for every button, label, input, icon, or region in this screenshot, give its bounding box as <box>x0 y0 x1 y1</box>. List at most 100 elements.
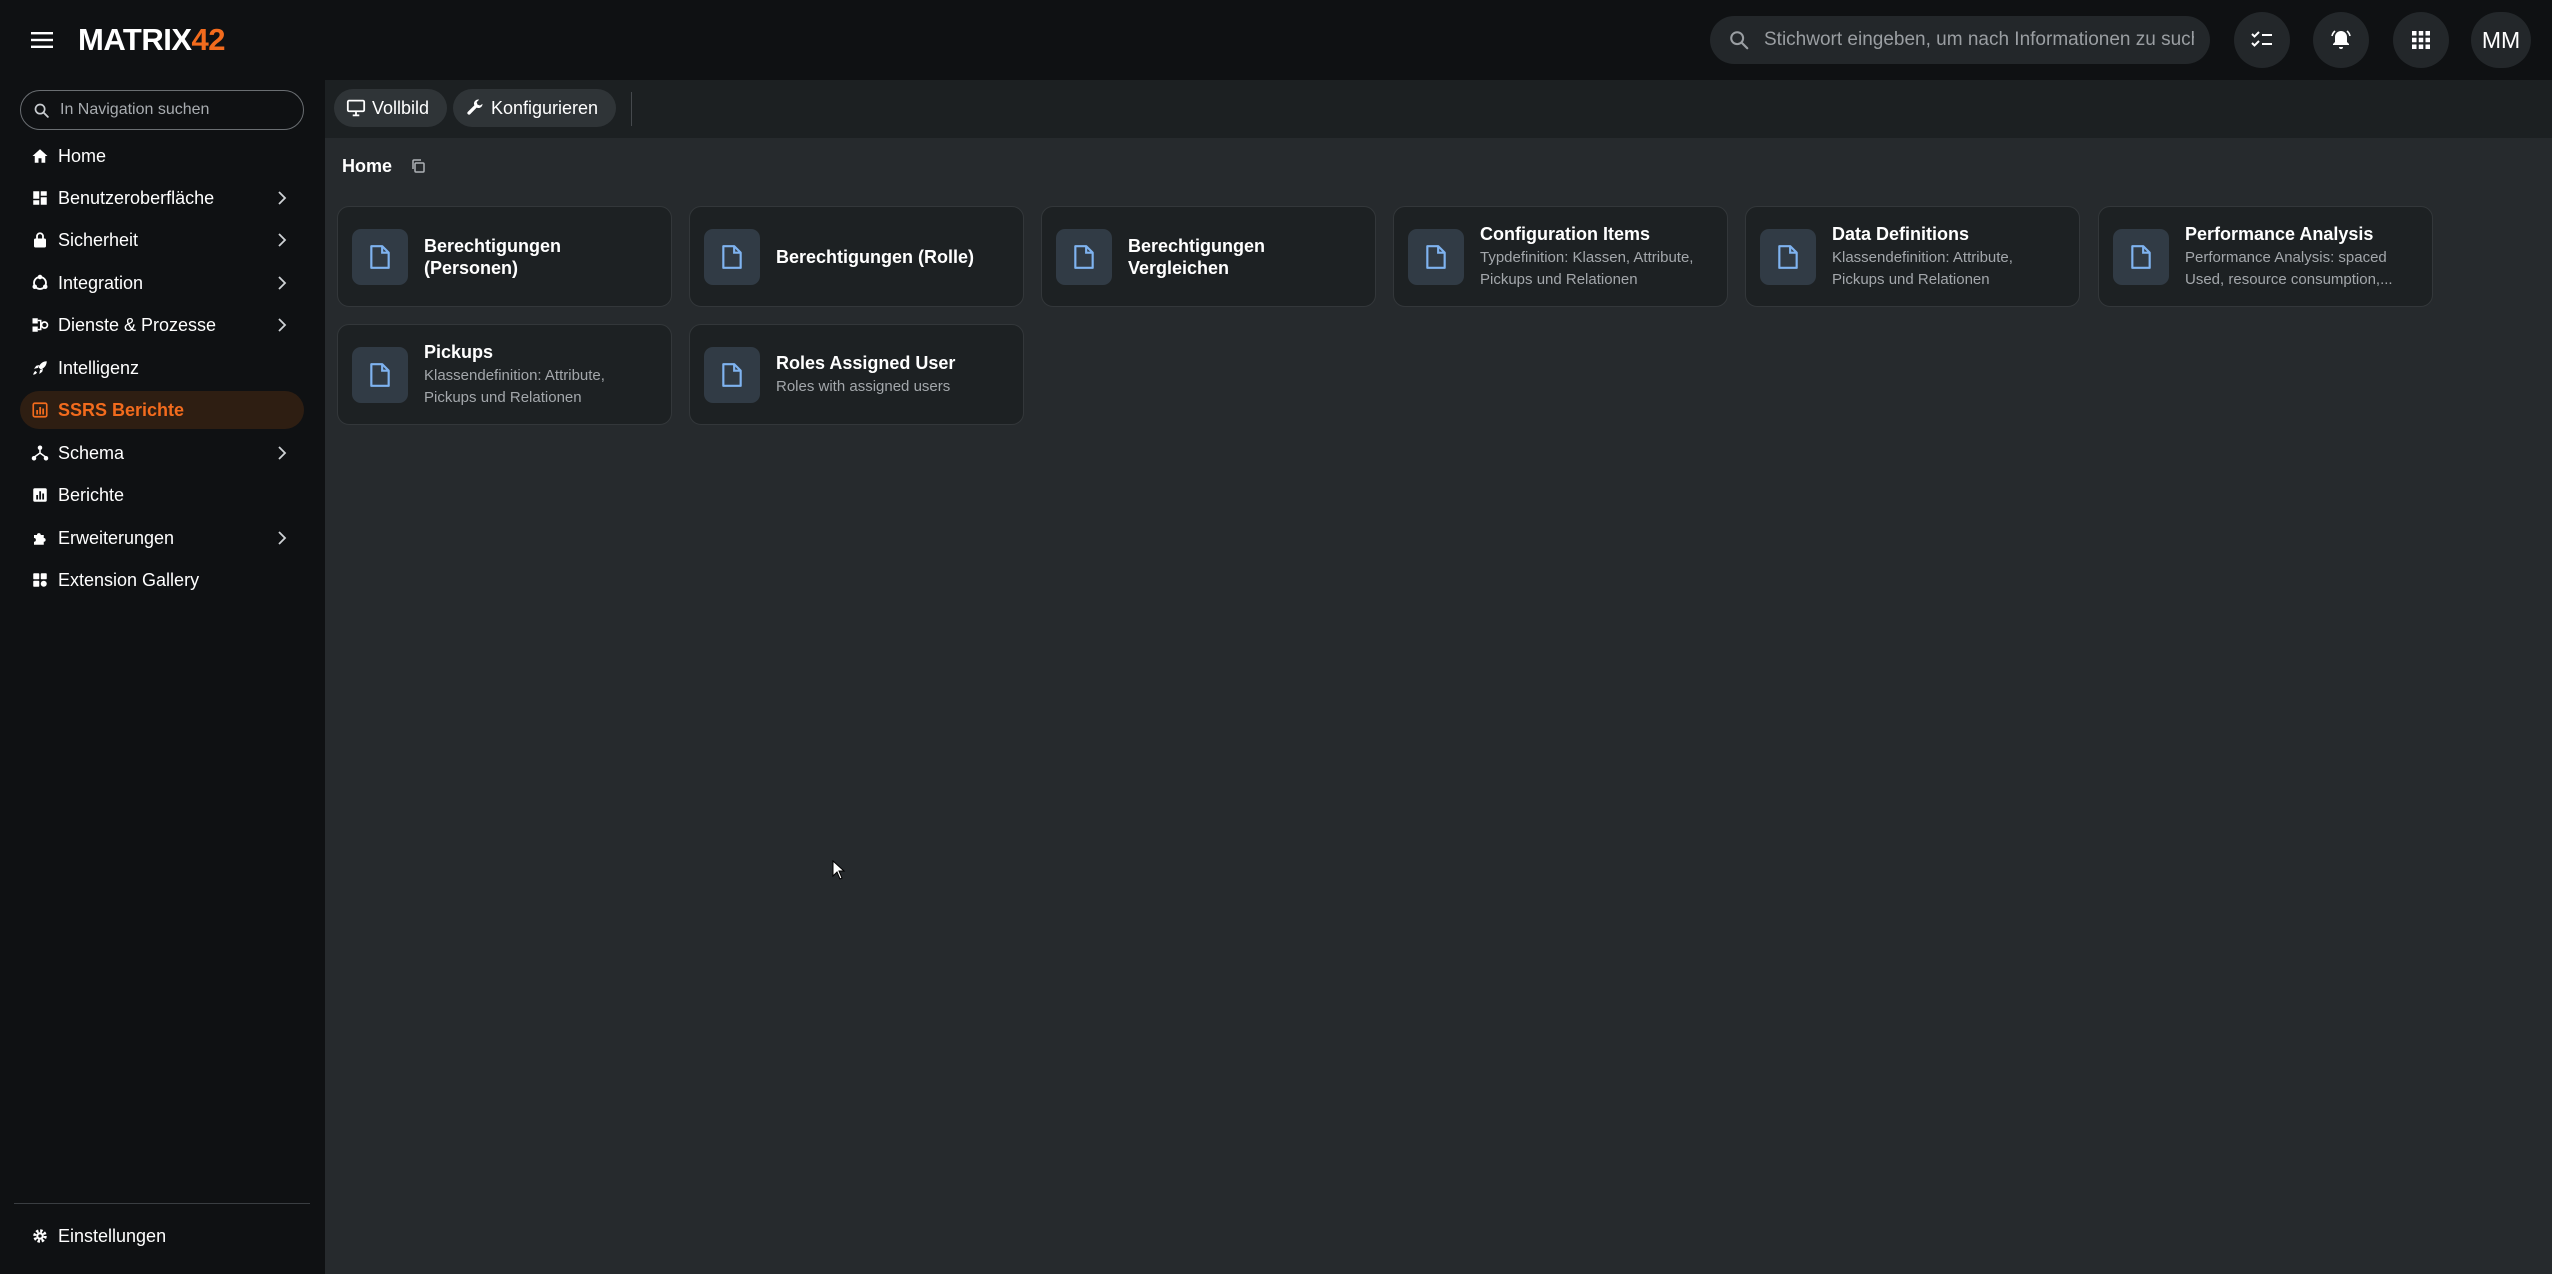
process-icon <box>30 315 50 335</box>
integration-icon <box>30 273 50 293</box>
sidebar-item-erweiterungen[interactable]: Erweiterungen <box>20 519 304 557</box>
chevron-right-icon <box>274 317 290 333</box>
card-title: Berechtigungen (Rolle) <box>776 246 975 267</box>
report-icon <box>30 485 50 505</box>
card-description: Klassendefinition: Attribute, Pickups und… <box>1832 248 2013 288</box>
sidebar-item-extension-gallery[interactable]: Extension Gallery <box>20 561 304 599</box>
sidebar-item-label: Integration <box>58 272 144 293</box>
card-description: Performance Analysis: spaced Used, resour… <box>2185 248 2393 288</box>
bar-chart-icon <box>30 400 50 420</box>
lock-icon <box>30 230 50 250</box>
sidebar-item-home[interactable]: Home <box>20 137 304 175</box>
report-card-berechtigungen-rolle[interactable]: Berechtigungen (Rolle) <box>689 206 1024 307</box>
copy-icon[interactable] <box>410 158 428 176</box>
document-icon <box>352 229 408 285</box>
sidebar-item-ssrs-berichte[interactable]: SSRS Berichte <box>20 391 304 429</box>
sidebar-item-benutzeroberflaeche[interactable]: Benutzeroberfläche <box>20 179 304 217</box>
sidebar-item-label: Intelligenz <box>58 357 140 378</box>
sidebar-item-label: Dienste & Prozesse <box>58 314 217 335</box>
fullscreen-button[interactable]: Vollbild <box>334 89 448 127</box>
chevron-right-icon <box>274 232 290 248</box>
sidebar-item-intelligenz[interactable]: Intelligenz <box>20 349 304 387</box>
chevron-right-icon <box>274 190 290 206</box>
card-title: Data Definitions <box>1832 223 1970 244</box>
schema-icon <box>30 443 50 463</box>
document-icon <box>1760 229 1816 285</box>
hamburger-icon <box>31 32 53 48</box>
report-card-performance-analysis[interactable]: Performance Analysis Performance Analysi… <box>2098 206 2433 307</box>
sidebar-item-label: SSRS Berichte <box>58 399 185 420</box>
checklist-icon <box>2251 31 2272 47</box>
sidebar-item-sicherheit[interactable]: Sicherheit <box>20 221 304 259</box>
search-icon <box>1728 29 1750 51</box>
rocket-icon <box>30 358 50 378</box>
sidebar-item-schema[interactable]: Schema <box>20 434 304 472</box>
configure-label: Konfigurieren <box>491 97 599 118</box>
nav-search[interactable] <box>20 90 304 130</box>
sidebar-item-label: Sicherheit <box>58 229 139 250</box>
report-card-pickups[interactable]: Pickups Klassendefinition: Attribute, Pic… <box>337 324 672 425</box>
card-description: Roles with assigned users <box>776 377 951 395</box>
document-icon <box>352 347 408 403</box>
report-card-roles-assigned-user[interactable]: Roles Assigned User Roles with assigned … <box>689 324 1024 425</box>
notifications-button[interactable] <box>2313 12 2369 68</box>
search-icon <box>33 102 50 119</box>
sidebar-item-integration[interactable]: Integration <box>20 264 304 302</box>
sidebar-item-label: Erweiterungen <box>58 527 175 548</box>
wrench-icon <box>465 98 485 118</box>
gear-icon <box>30 1226 50 1246</box>
chevron-right-icon <box>274 275 290 291</box>
sidebar-item-einstellungen[interactable]: Einstellungen <box>20 1217 304 1255</box>
toolbar: Vollbild Konfigurieren <box>325 80 2552 138</box>
sidebar-item-label: Berichte <box>58 484 125 505</box>
document-icon <box>1408 229 1464 285</box>
sidebar-item-dienste-prozesse[interactable]: Dienste & Prozesse <box>20 306 304 344</box>
monitor-icon <box>346 99 366 117</box>
card-description: Klassendefinition: Attribute, Pickups und… <box>424 366 605 406</box>
report-card-berechtigungen-vergleichen[interactable]: Berechtigungen Vergleichen <box>1041 206 1376 307</box>
card-title: Berechtigungen Vergleichen <box>1128 235 1266 278</box>
global-search-input[interactable] <box>1762 28 2196 52</box>
sidebar-item-label: Einstellungen <box>58 1225 167 1246</box>
chevron-right-icon <box>274 530 290 546</box>
card-title: Performance Analysis <box>2185 223 2374 244</box>
menu-button[interactable] <box>24 22 60 58</box>
apps-grid-icon <box>2412 31 2430 49</box>
document-icon <box>704 229 760 285</box>
app-logo[interactable]: MATRIX42 <box>78 20 226 60</box>
nav-search-input[interactable] <box>58 100 292 120</box>
mouse-cursor-icon <box>832 860 846 880</box>
user-avatar[interactable]: MM <box>2471 12 2531 68</box>
document-icon <box>2113 229 2169 285</box>
sidebar-item-label: Extension Gallery <box>58 569 200 590</box>
sidebar-divider <box>14 1203 310 1204</box>
top-bar: MATRIX42 MM <box>0 0 2552 80</box>
breadcrumb: Home <box>342 156 393 176</box>
global-search[interactable] <box>1710 16 2210 64</box>
report-card-configuration-items[interactable]: Configuration Items Typdefinition: Klass… <box>1393 206 1728 307</box>
tasks-button[interactable] <box>2234 12 2290 68</box>
dashboard-icon <box>30 188 50 208</box>
sidebar-item-label: Home <box>58 145 107 166</box>
sidebar-item-berichte[interactable]: Berichte <box>20 476 304 514</box>
puzzle-icon <box>30 528 50 548</box>
configure-button[interactable]: Konfigurieren <box>453 89 617 127</box>
document-icon <box>1056 229 1112 285</box>
fullscreen-label: Vollbild <box>372 97 430 118</box>
home-icon <box>30 146 50 166</box>
toolbar-separator <box>631 92 632 126</box>
sidebar-item-label: Schema <box>58 442 125 463</box>
document-icon <box>704 347 760 403</box>
report-card-berechtigungen-personen[interactable]: Berechtigungen (Personen) <box>337 206 672 307</box>
bell-icon <box>2331 30 2351 49</box>
card-title: Roles Assigned User <box>776 352 956 373</box>
sidebar: Home Benutzeroberfläche Sicherheit Integ… <box>0 80 325 1274</box>
report-card-data-definitions[interactable]: Data Definitions Klassendefinition: Attr… <box>1745 206 2080 307</box>
card-description: Typdefinition: Klassen, Attribute, Pickup… <box>1480 248 1694 288</box>
sidebar-item-label: Benutzeroberfläche <box>58 187 215 208</box>
card-title: Configuration Items <box>1480 223 1650 244</box>
chevron-right-icon <box>274 445 290 461</box>
card-title: Berechtigungen (Personen) <box>424 235 562 278</box>
gallery-icon <box>30 570 50 590</box>
apps-button[interactable] <box>2393 12 2449 68</box>
